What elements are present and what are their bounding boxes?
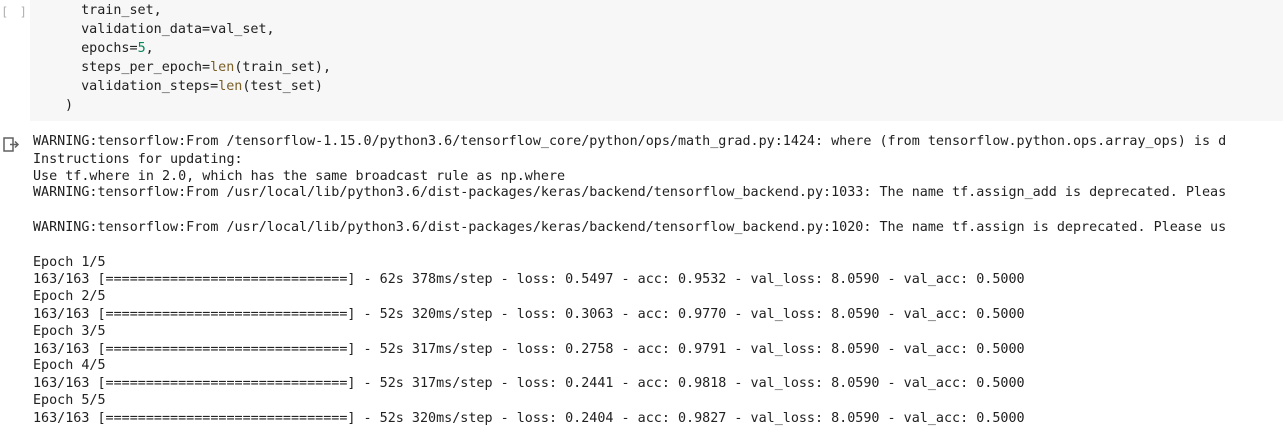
code-cell[interactable]: [ ] train_set, validation_data=val_set, … (0, 0, 1283, 121)
code-line: validation_data=val_set, (65, 20, 275, 39)
code-text: steps_per_epoch= (65, 60, 211, 75)
code-text: validation_steps= (65, 79, 219, 94)
output-redirect-icon[interactable] (2, 135, 22, 155)
code-text: ) (65, 98, 74, 113)
output-line: WARNING:tensorflow:From /tensorflow-1.15… (33, 134, 1227, 149)
code-text: , (145, 41, 154, 56)
code-text: validation_data=val_set, (65, 22, 275, 37)
code-line: train_set, (65, 1, 162, 20)
output-line: Instructions for updating: (33, 152, 243, 167)
code-number: 5 (137, 41, 146, 56)
epoch-progress-line: 163/163 [==============================]… (33, 342, 1025, 357)
code-line: epochs=5, (65, 39, 154, 58)
output-line: Use tf.where in 2.0, which has the same … (33, 169, 566, 184)
code-text: (train_set), (234, 60, 332, 75)
output-cell: WARNING:tensorflow:From /tensorflow-1.15… (0, 121, 1283, 435)
code-builtin: len (210, 60, 235, 75)
code-line: validation_steps=len(test_set) (65, 77, 323, 96)
output-line: WARNING:tensorflow:From /usr/local/lib/p… (33, 185, 1227, 200)
epoch-progress-line: 163/163 [==============================]… (33, 307, 1025, 322)
epoch-header: Epoch 1/5 (33, 255, 106, 270)
code-line: steps_per_epoch=len(train_set), (65, 58, 331, 77)
output-line: WARNING:tensorflow:From /usr/local/lib/p… (33, 220, 1227, 235)
epoch-progress-line: 163/163 [==============================]… (33, 411, 1025, 426)
output-redirect-icon-svg (3, 137, 20, 152)
code-text: (test_set) (242, 79, 323, 94)
epoch-header: Epoch 2/5 (33, 289, 106, 304)
code-builtin: len (218, 79, 243, 94)
code-text: epochs= (65, 41, 138, 56)
code-line: ) (65, 96, 73, 115)
code-editor[interactable]: train_set, validation_data=val_set, epoc… (30, 0, 1283, 121)
epoch-progress-line: 163/163 [==============================]… (33, 272, 1025, 287)
epoch-header: Epoch 5/5 (33, 393, 106, 408)
epoch-header: Epoch 3/5 (33, 324, 106, 339)
code-text: train_set, (65, 3, 162, 18)
epoch-header: Epoch 4/5 (33, 358, 106, 373)
run-cell-button[interactable]: [ ] (0, 5, 30, 19)
epoch-progress-line: 163/163 [==============================]… (33, 376, 1025, 391)
